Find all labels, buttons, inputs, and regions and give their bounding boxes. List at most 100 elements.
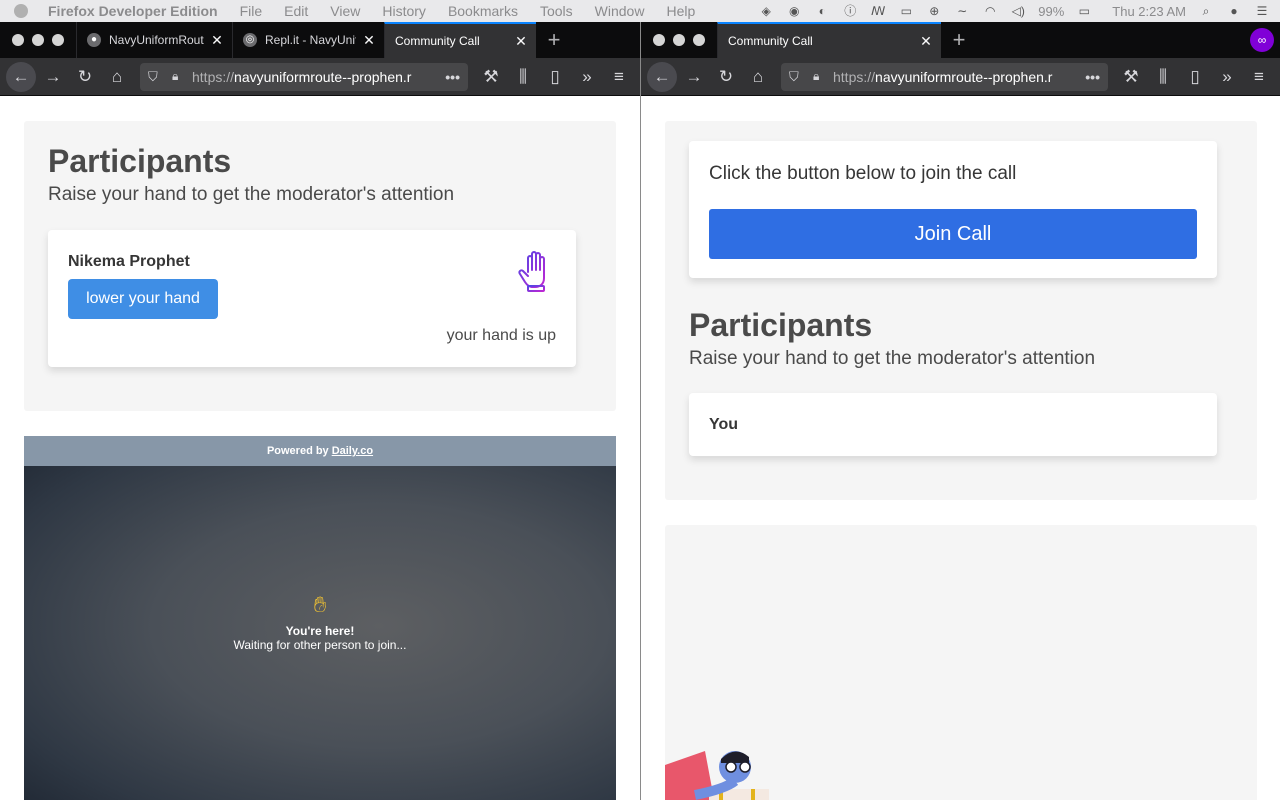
notes-icon[interactable]: ꟿ: [870, 4, 886, 18]
clock[interactable]: Thu 2:23 AM: [1112, 4, 1186, 19]
powered-by-text: Powered by: [266, 445, 329, 457]
menu-history[interactable]: History: [382, 3, 426, 19]
window-controls: [0, 22, 76, 58]
participant-card: You: [689, 393, 1217, 456]
new-tab-button[interactable]: +: [941, 22, 977, 58]
url-bar[interactable]: ⛉ 🔒︎ https://navyuniformroute--prophen.r…: [140, 62, 468, 91]
menu-window[interactable]: Window: [595, 3, 645, 19]
developer-tools-icon[interactable]: ⚒: [476, 62, 506, 92]
lock-icon[interactable]: 🔒︎: [813, 69, 827, 84]
app-menu[interactable]: Firefox Developer Edition: [48, 3, 218, 19]
password-icon[interactable]: ⓘ: [842, 4, 858, 18]
new-tab-button[interactable]: +: [536, 22, 572, 58]
join-call-button[interactable]: Join Call: [709, 209, 1197, 259]
window-controls: [641, 22, 717, 58]
participants-subtitle: Raise your hand to get the moderator's a…: [48, 184, 455, 205]
squiggle-icon[interactable]: ∼: [954, 4, 970, 18]
reload-icon[interactable]: ↻: [70, 62, 100, 92]
library-icon[interactable]: ⫼: [1148, 62, 1178, 92]
daily-video-frame[interactable]: Powered by Daily.co ✋︎ You're here! Wait…: [24, 436, 616, 800]
participants-title: Participants: [689, 307, 873, 343]
minimize-window-button[interactable]: [32, 34, 44, 46]
siri-icon[interactable]: ●: [1226, 4, 1242, 18]
library-icon[interactable]: ⫼: [508, 62, 538, 92]
close-window-button[interactable]: [12, 34, 24, 46]
participants-panel: Participants Raise your hand to get the …: [24, 121, 616, 411]
tab-community-call[interactable]: Community Call ✕: [717, 22, 941, 58]
lower-hand-button[interactable]: lower your hand: [68, 279, 218, 319]
illustration-person: [665, 745, 781, 800]
tracking-shield-icon[interactable]: ⛉: [148, 69, 164, 85]
sidebar-icon[interactable]: ▯: [1180, 62, 1210, 92]
maximize-window-button[interactable]: [693, 34, 705, 46]
participant-name: You: [709, 416, 739, 433]
private-browsing-icon: ∞: [1250, 28, 1274, 52]
tab-replit[interactable]: ◎ Repl.it - NavyUnif ✕: [232, 22, 384, 58]
home-icon[interactable]: ⌂: [102, 62, 132, 92]
page-content: Participants Raise your hand to get the …: [0, 97, 640, 800]
status-area: ◈ ◉ ◐ ⓘ ꟿ ▭ ⊕ ∼ ◠ ◁) 99% ▭ Thu 2:23 AM ⌕…: [758, 0, 1270, 22]
tab-bar: Community Call ✕ + ∞: [641, 22, 1280, 58]
page-actions-icon[interactable]: •••: [1085, 69, 1100, 85]
folder-icon[interactable]: ▭: [898, 4, 914, 18]
browser-window-left: ● NavyUniformRout ✕ ◎ Repl.it - NavyUnif…: [0, 22, 640, 800]
battery-icon[interactable]: ▭: [1076, 4, 1092, 18]
close-tab-icon[interactable]: ✕: [362, 32, 376, 49]
back-arrow-icon[interactable]: ←: [6, 61, 36, 92]
overflow-chevron-icon[interactable]: »: [572, 62, 602, 92]
spotlight-search-icon[interactable]: ⌕: [1198, 4, 1214, 18]
sidebar-icon[interactable]: ▯: [540, 62, 570, 92]
back-arrow-icon[interactable]: ←: [647, 61, 677, 92]
close-window-button[interactable]: [653, 34, 665, 46]
participant-card: Nikema Prophet lower your hand your hand…: [48, 230, 576, 367]
docker-icon[interactable]: ◈: [758, 4, 774, 18]
menu-edit[interactable]: Edit: [284, 3, 308, 19]
sync-icon[interactable]: ◐: [814, 4, 830, 18]
waiting-message: ✋︎ You're here! Waiting for other person…: [24, 592, 616, 652]
tab-label: Repl.it - NavyUnif: [265, 33, 356, 47]
hand-status-text: your hand is up: [446, 327, 556, 344]
join-prompt-text: Click the button below to join the call: [709, 163, 1017, 184]
page-actions-icon[interactable]: •••: [445, 69, 460, 85]
tab-community-call[interactable]: Community Call ✕: [384, 22, 536, 58]
hamburger-menu-icon[interactable]: ≡: [604, 62, 634, 92]
video-placeholder-panel: [665, 525, 1257, 800]
waiting-text: Waiting for other person to join...: [233, 638, 407, 652]
tab-label: Community Call: [728, 34, 813, 48]
participant-name: Nikema Prophet: [68, 253, 190, 270]
close-tab-icon[interactable]: ✕: [210, 32, 224, 49]
apple-menu-icon[interactable]: [14, 4, 28, 18]
home-icon[interactable]: ⌂: [743, 62, 773, 92]
close-tab-icon[interactable]: ✕: [919, 33, 933, 50]
menu-tools[interactable]: Tools: [540, 3, 573, 19]
maximize-window-button[interactable]: [52, 34, 64, 46]
daily-link[interactable]: Daily.co: [332, 445, 373, 457]
tab-github[interactable]: ● NavyUniformRout ✕: [76, 22, 232, 58]
hamburger-menu-icon[interactable]: ≡: [1244, 62, 1274, 92]
forward-arrow-icon[interactable]: →: [679, 62, 709, 92]
close-tab-icon[interactable]: ✕: [514, 33, 528, 50]
accessibility-icon[interactable]: ⊕: [926, 4, 942, 18]
participants-title: Participants: [48, 143, 232, 179]
reload-icon[interactable]: ↻: [711, 62, 741, 92]
minimize-window-button[interactable]: [673, 34, 685, 46]
creative-cloud-icon[interactable]: ◉: [786, 4, 802, 18]
forward-arrow-icon[interactable]: →: [38, 62, 68, 92]
menu-bookmarks[interactable]: Bookmarks: [448, 3, 518, 19]
github-icon: ●: [87, 33, 101, 47]
macos-menu-bar: Firefox Developer Edition File Edit View…: [0, 0, 1280, 22]
tracking-shield-icon[interactable]: ⛉: [789, 69, 805, 85]
call-panel: Click the button below to join the call …: [665, 121, 1257, 500]
overflow-chevron-icon[interactable]: »: [1212, 62, 1242, 92]
wifi-icon[interactable]: ◠: [982, 4, 998, 18]
notification-center-icon[interactable]: ☰: [1254, 4, 1270, 18]
menu-help[interactable]: Help: [666, 3, 695, 19]
menu-file[interactable]: File: [240, 3, 263, 19]
join-call-card: Click the button below to join the call …: [689, 141, 1217, 278]
volume-icon[interactable]: ◁): [1010, 4, 1026, 18]
lock-icon[interactable]: 🔒︎: [172, 69, 186, 84]
url-bar[interactable]: ⛉ 🔒︎ https://navyuniformroute--prophen.r…: [781, 62, 1108, 91]
developer-tools-icon[interactable]: ⚒: [1116, 62, 1146, 92]
menu-view[interactable]: View: [330, 3, 360, 19]
url-text: https://navyuniformroute--prophen.r: [833, 68, 1053, 85]
